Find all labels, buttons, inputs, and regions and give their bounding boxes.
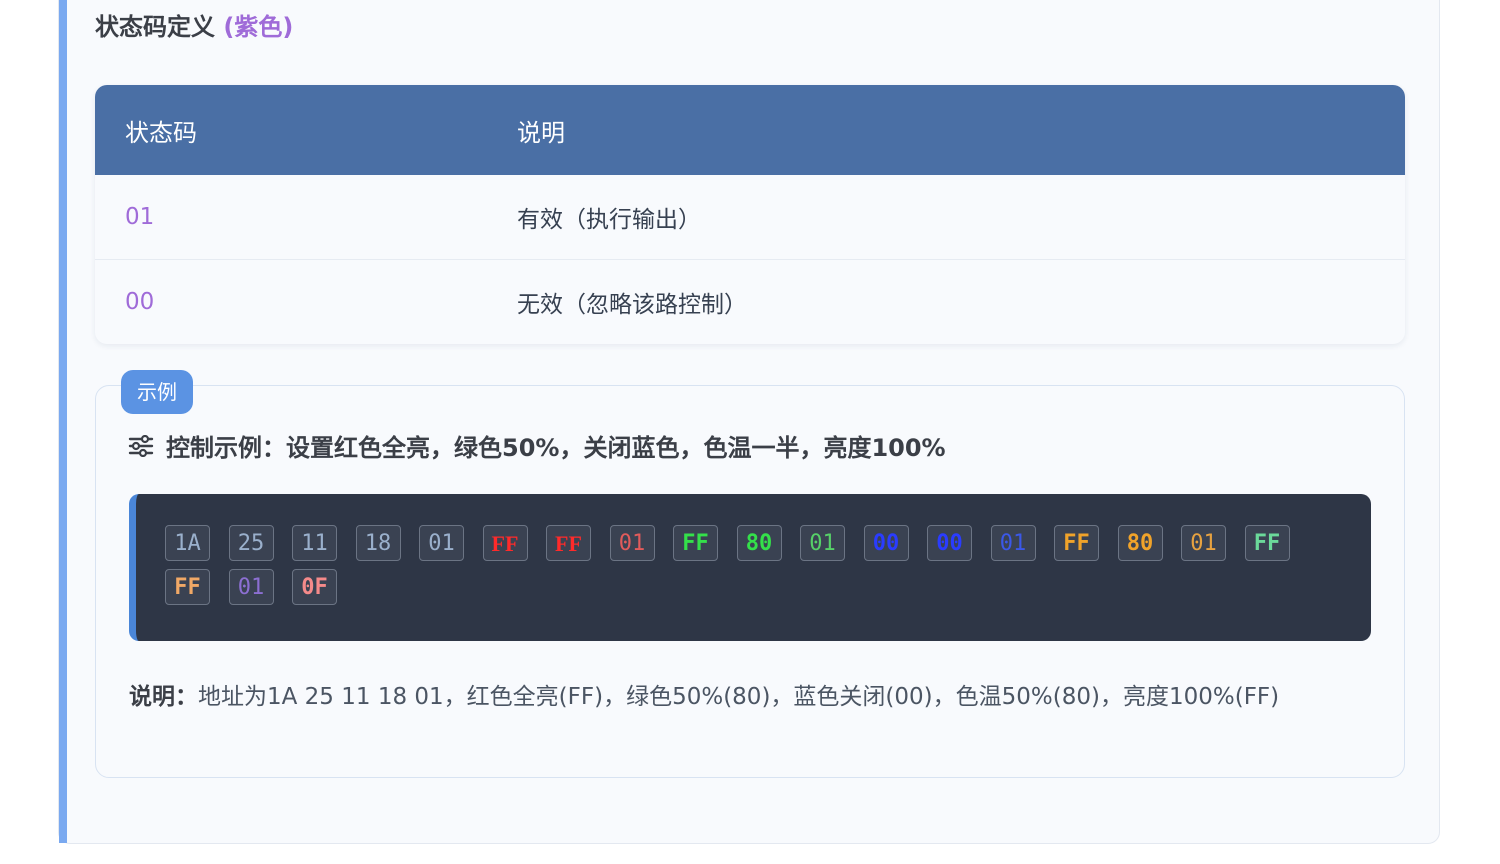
status-code-table: 状态码 说明 01 有效（执行输出） 00 无效（忽略该路控制） xyxy=(95,85,1405,344)
hex-byte: 01 xyxy=(228,569,274,605)
sliders-icon xyxy=(128,434,154,457)
hex-code-block: 1A 25 11 18 01 FF FF 01 FF 80 01 00 00 0… xyxy=(129,494,1371,641)
hex-byte: FF xyxy=(482,525,528,561)
hex-byte-list: 1A 25 11 18 01 FF FF 01 FF 80 01 00 00 0… xyxy=(165,525,1345,613)
header-description: 说明 xyxy=(517,118,565,147)
example-badge: 示例 xyxy=(121,370,193,414)
example-note: 说明：地址为1A 25 11 18 01，红色全亮(FF)，绿色50%(80)，… xyxy=(129,677,1279,711)
card-accent-bar xyxy=(59,0,67,843)
section-title: 状态码定义 (紫色) xyxy=(95,7,293,42)
hex-byte: 11 xyxy=(292,525,337,561)
status-code-cell: 01 xyxy=(95,175,517,260)
note-label: 说明： xyxy=(129,684,198,710)
hex-byte: 01 xyxy=(419,525,464,561)
hex-byte: 00 xyxy=(927,525,972,561)
table-row: 01 有效（执行输出） xyxy=(95,175,1405,260)
hex-byte: 0F xyxy=(292,569,337,605)
hex-byte: FF xyxy=(165,569,210,605)
hex-byte: 00 xyxy=(863,525,909,561)
hex-byte: 01 xyxy=(609,525,655,561)
hex-byte: 01 xyxy=(990,525,1036,561)
hex-byte: FF xyxy=(1244,525,1290,561)
hex-byte: 80 xyxy=(1117,525,1163,561)
hex-byte: FF xyxy=(546,525,591,561)
status-description-cell: 有效（执行输出） xyxy=(517,175,1405,260)
example-title-text: 控制示例：设置红色全亮，绿色50%，关闭蓝色，色温一半，亮度100% xyxy=(166,434,946,462)
table-row: 00 无效（忽略该路控制） xyxy=(95,260,1405,345)
hex-byte: 01 xyxy=(1181,525,1226,561)
example-box: 示例 控制示例：设置红色全亮，绿色50%，关闭蓝色，色温一半，亮度100% 1A xyxy=(95,370,1405,778)
hex-byte: FF xyxy=(673,525,718,561)
section-title-text: 状态码定义 xyxy=(95,13,215,41)
status-description-cell: 无效（忽略该路控制） xyxy=(517,292,747,318)
hex-byte: 18 xyxy=(355,525,401,561)
header-status-code: 状态码 xyxy=(125,118,197,147)
content-card: 状态码定义 (紫色) 状态码 说明 01 有效（执行输出） 00 无效（忽略该路… xyxy=(58,0,1440,844)
hex-byte: FF xyxy=(1054,525,1099,561)
table-header-row: 状态码 说明 xyxy=(95,85,1405,175)
example-title: 控制示例：设置红色全亮，绿色50%，关闭蓝色，色温一半，亮度100% xyxy=(128,428,946,463)
hex-byte: 1A xyxy=(165,525,210,561)
note-text: 地址为1A 25 11 18 01，红色全亮(FF)，绿色50%(80)，蓝色关… xyxy=(198,684,1280,710)
hex-byte: 80 xyxy=(736,525,782,561)
hex-byte: 25 xyxy=(228,525,274,561)
section-title-highlight: (紫色) xyxy=(223,13,294,41)
hex-byte: 01 xyxy=(800,525,845,561)
status-code-cell: 00 xyxy=(125,289,155,315)
